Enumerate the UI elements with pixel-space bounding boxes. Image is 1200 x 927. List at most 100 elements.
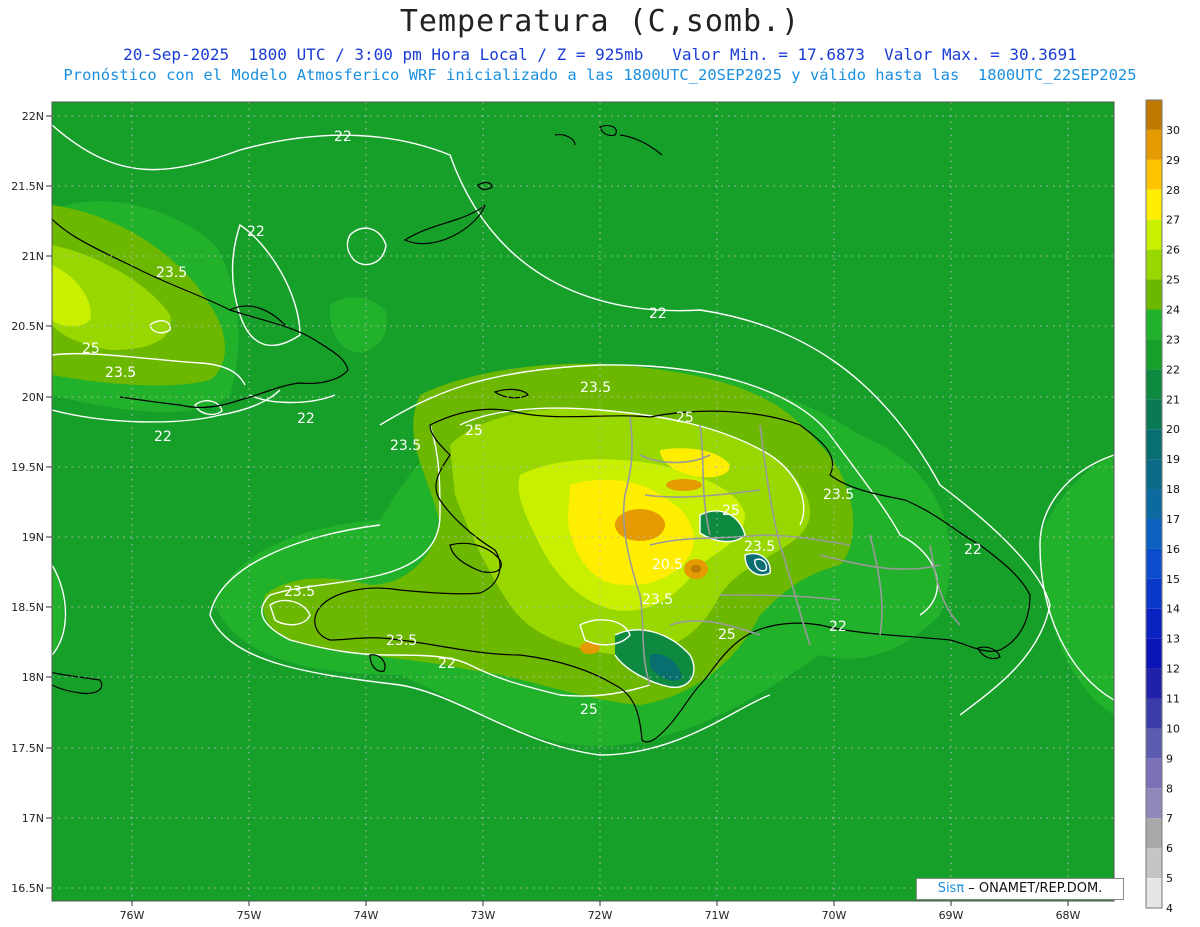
colorbar-label: 12 (1166, 663, 1180, 676)
colorbar-swatch (1146, 848, 1162, 879)
colorbar-label: 23 (1166, 333, 1180, 346)
contour-label: 23.5 (744, 539, 775, 555)
colorbar-swatch (1146, 878, 1162, 908)
colorbar-label: 25 (1166, 274, 1180, 287)
colorbar-swatch (1146, 429, 1162, 460)
contour-label: 25 (82, 341, 100, 357)
colorbar-swatch (1146, 608, 1162, 639)
colorbar-label: 20 (1166, 423, 1180, 436)
colorbar-label: 5 (1166, 872, 1173, 885)
contour-label: 23.5 (386, 633, 417, 649)
contour-label: 23.5 (156, 265, 187, 281)
colorbar-label: 6 (1166, 842, 1173, 855)
contour-label: 23.5 (580, 380, 611, 396)
contour-label: 22 (649, 306, 667, 322)
contour-label: 25 (722, 503, 740, 519)
colorbar-swatch (1146, 518, 1162, 549)
lon-tick-label: 69W (939, 909, 964, 922)
colorbar-label: 18 (1166, 483, 1180, 496)
colorbar-swatch (1146, 129, 1162, 160)
contour-label: 22 (334, 129, 352, 145)
colorbar-label: 28 (1166, 184, 1180, 197)
colorbar-swatch (1146, 100, 1162, 130)
contour-label: 23.5 (642, 592, 673, 608)
lon-tick-label: 76W (120, 909, 145, 922)
colorbar-swatch (1146, 668, 1162, 699)
colorbar-swatch (1146, 489, 1162, 519)
lon-tick-label: 68W (1056, 909, 1081, 922)
contour-label: 22 (438, 656, 456, 672)
colorbar-swatch (1146, 189, 1162, 220)
contour-label: 25 (718, 627, 736, 643)
lon-tick-label: 73W (471, 909, 496, 922)
lat-tick-label: 22N (22, 110, 44, 123)
contour-label: 22 (247, 224, 265, 240)
colorbar-label: 17 (1166, 513, 1180, 526)
colorbar-swatch (1146, 249, 1162, 280)
colorbar-swatch (1146, 459, 1162, 490)
colorbar-swatch (1146, 548, 1162, 579)
lon-tick-label: 75W (237, 909, 262, 922)
longitude-axis: 76W 75W 74W 73W 72W 71W 70W 69W 68W (120, 901, 1081, 922)
colorbar-label: 15 (1166, 573, 1180, 586)
colorbar-swatch (1146, 818, 1162, 849)
colorbar-label: 19 (1166, 453, 1180, 466)
colorbar-label: 21 (1166, 393, 1180, 406)
credit-box: Sisπ – ONAMET/REP.DOM. (916, 878, 1124, 900)
contour-label: 23.5 (105, 365, 136, 381)
colorbar-swatch (1146, 339, 1162, 370)
lat-tick-label: 18.5N (11, 601, 44, 614)
contour-label: 22 (297, 411, 315, 427)
lat-tick-label: 17N (22, 812, 44, 825)
map-title: Temperatura (C,somb.) (399, 4, 801, 39)
contour-label: 25 (676, 410, 694, 426)
lon-tick-label: 71W (705, 909, 730, 922)
colorbar-label: 16 (1166, 543, 1180, 556)
colorbar-swatch (1146, 309, 1162, 340)
colorbar: 30 29 28 27 26 25 24 23 22 21 20 19 18 17 16 15 14 13 12 11… (1145, 99, 1180, 915)
colorbar-swatch (1146, 578, 1162, 609)
lon-tick-label: 74W (354, 909, 379, 922)
colorbar-label: 27 (1166, 214, 1180, 227)
colorbar-label: 10 (1166, 722, 1180, 735)
lat-tick-label: 18N (22, 671, 44, 684)
colorbar-swatch (1146, 279, 1162, 310)
colorbar-label: 30 (1166, 124, 1180, 137)
contour-label: 22 (829, 619, 847, 635)
colorbar-label: 24 (1166, 303, 1180, 316)
contour-label: 22 (154, 429, 172, 445)
lat-tick-label: 19.5N (11, 461, 44, 474)
colorbar-label: 14 (1166, 603, 1180, 616)
colorbar-swatch (1146, 638, 1162, 669)
temperature-field (52, 102, 1114, 901)
lat-tick-label: 21.5N (11, 180, 44, 193)
lat-tick-label: 20N (22, 391, 44, 404)
contour-label: 20.5 (652, 557, 683, 573)
valid-time-line: 20-Sep-2025 1800 UTC / 3:00 pm Hora Loca… (123, 45, 1077, 64)
model-info-line: Pronóstico con el Modelo Atmosferico WRF… (63, 66, 1137, 84)
colorbar-label: 8 (1166, 782, 1173, 795)
contour-label: 23.5 (823, 487, 854, 503)
colorbar-label: 11 (1166, 693, 1180, 706)
temperature-map: 22 22 22 22 22 22 22 22 23.5 23.5 23.5 2… (11, 99, 1180, 922)
colorbar-swatch (1146, 758, 1162, 789)
contour-label: 25 (580, 702, 598, 718)
lat-tick-label: 16.5N (11, 882, 44, 895)
colorbar-swatch (1146, 698, 1162, 729)
lon-tick-label: 72W (588, 909, 613, 922)
contour-label: 25 (465, 423, 483, 439)
lat-tick-label: 17.5N (11, 742, 44, 755)
lat-tick-label: 20.5N (11, 320, 44, 333)
colorbar-swatch (1146, 159, 1162, 190)
colorbar-label: 22 (1166, 363, 1180, 376)
colorbar-swatch (1146, 728, 1162, 759)
lon-tick-label: 70W (822, 909, 847, 922)
colorbar-swatch (1146, 399, 1162, 430)
colorbar-label: 26 (1166, 244, 1180, 257)
contour-label: 23.5 (284, 584, 315, 600)
credit-text: – ONAMET/REP.DOM. (964, 881, 1103, 896)
colorbar-label: 4 (1166, 902, 1173, 915)
contour-label: 22 (964, 542, 982, 558)
lat-tick-label: 19N (22, 531, 44, 544)
colorbar-swatch (1146, 788, 1162, 819)
